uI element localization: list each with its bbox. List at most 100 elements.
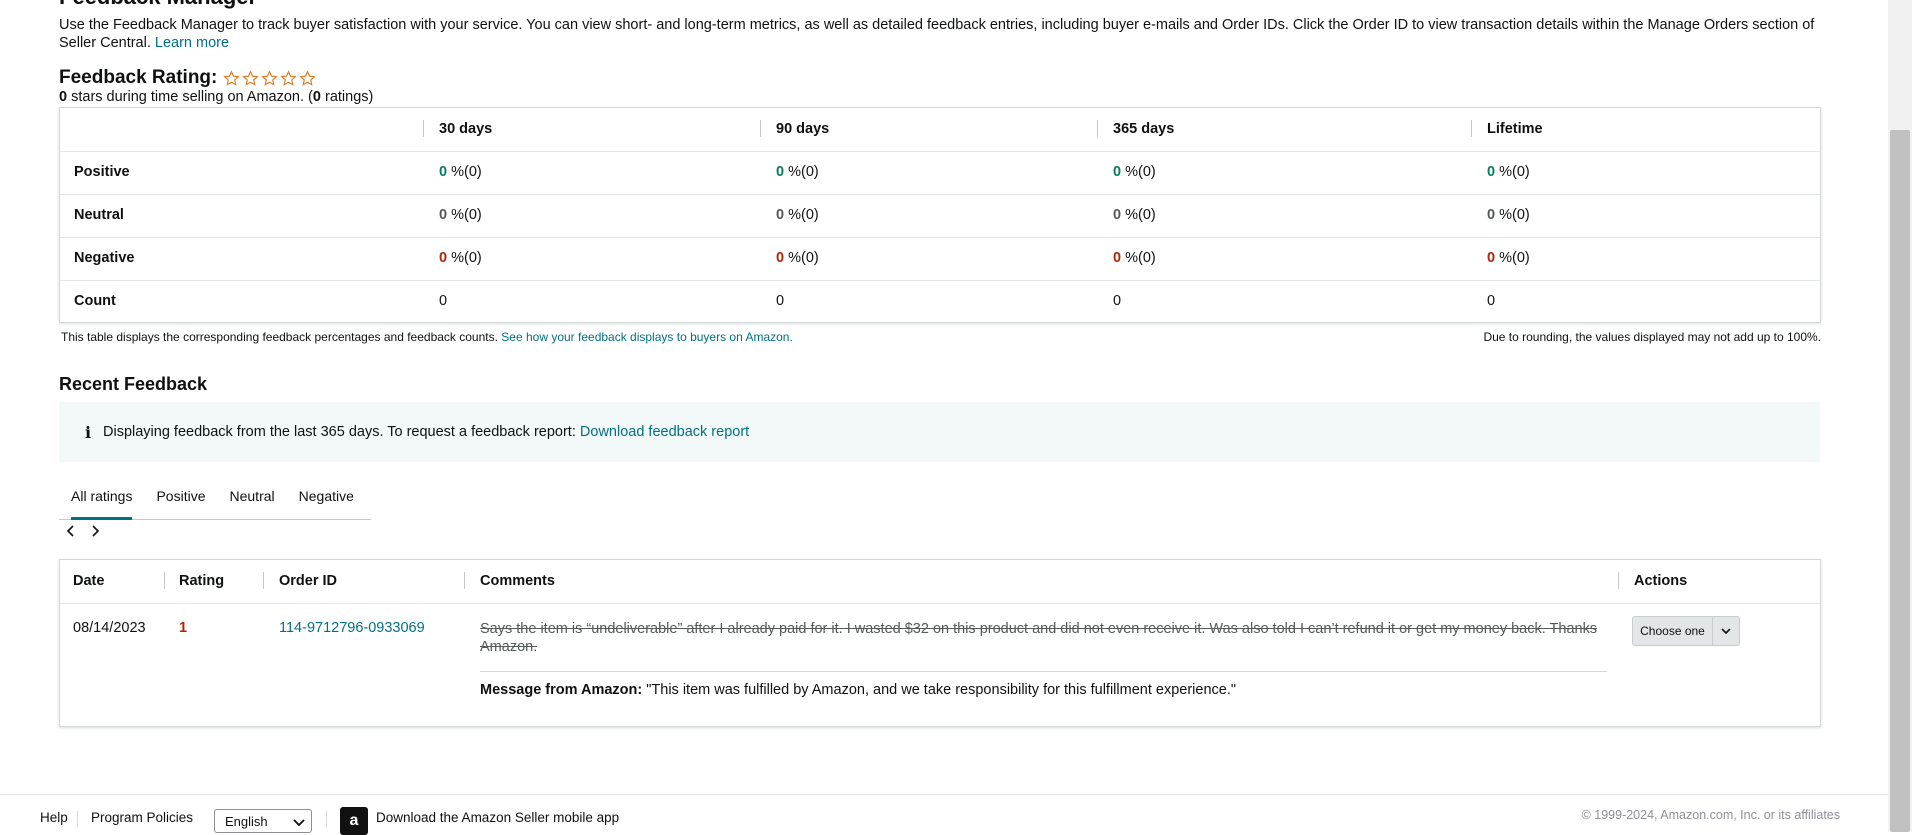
- ratings-count: 0: [312, 89, 321, 105]
- tab-neutral[interactable]: Neutral: [218, 479, 287, 519]
- count-cell: 0: [439, 293, 448, 309]
- chevron-down-icon: [293, 811, 305, 835]
- language-select[interactable]: English: [214, 809, 312, 833]
- metrics-row-neutral: Neutral 0 %(0) 0 %(0) 0 %(0) 0 %(0): [60, 194, 1820, 238]
- feedback-rating-value: 1: [179, 620, 188, 636]
- learn-more-link[interactable]: Learn more: [155, 35, 229, 51]
- column-divider: [164, 572, 165, 589]
- column-header-30-days: 30 days: [439, 121, 493, 137]
- column-divider: [1097, 120, 1098, 137]
- pagination: [64, 524, 102, 538]
- column-header-actions: Actions: [1634, 573, 1688, 589]
- metric-cell: 0 %(0): [1487, 250, 1530, 266]
- amazon-app-icon: a: [340, 807, 368, 835]
- feedback-metrics-table: 30 days 90 days 365 days Lifetime Positi…: [59, 107, 1821, 323]
- info-icon: i: [84, 422, 92, 442]
- metric-cell: 0 %(0): [439, 207, 482, 223]
- recent-feedback-title: Recent Feedback: [59, 374, 208, 394]
- footer-divider: [326, 811, 327, 827]
- metric-cell: 0 %(0): [776, 207, 819, 223]
- footer-program-policies-link[interactable]: Program Policies: [91, 810, 193, 825]
- row-label: Negative: [74, 250, 135, 266]
- row-label: Count: [74, 293, 116, 309]
- metric-cell: 0 %(0): [1113, 207, 1156, 223]
- column-header-365-days: 365 days: [1113, 121, 1175, 137]
- column-header-rating: Rating: [179, 573, 225, 589]
- chevron-left-icon[interactable]: [64, 524, 78, 538]
- info-alert: i Displaying feedback from the last 365 …: [59, 402, 1820, 462]
- star-empty-icon: [223, 69, 241, 86]
- chevron-down-icon: [1712, 617, 1739, 645]
- feedback-comment: Says the item is “undeliverable” after I…: [480, 621, 1598, 655]
- rating-stars: [223, 69, 317, 87]
- info-text: Displaying feedback from the last 365 da…: [103, 424, 576, 440]
- feedback-table: Date Rating Order ID Comments Actions 08…: [59, 559, 1821, 727]
- metrics-row-negative: Negative 0 %(0) 0 %(0) 0 %(0) 0 %(0): [60, 237, 1820, 281]
- star-empty-icon: [280, 69, 298, 86]
- column-header-date: Date: [73, 573, 105, 589]
- count-cell: 0: [1487, 293, 1496, 309]
- metric-cell: 0 %(0): [1113, 164, 1156, 180]
- row-label: Positive: [74, 164, 130, 180]
- rating-summary: 0 stars during time selling on Amazon. (…: [59, 89, 373, 105]
- tab-negative[interactable]: Negative: [287, 479, 366, 519]
- metric-cell: 0 %(0): [1487, 207, 1530, 223]
- rounding-note: Due to rounding, the values displayed ma…: [1483, 330, 1821, 344]
- page-title: Feedback Manager: [59, 0, 257, 10]
- vertical-scrollbar[interactable]: [1888, 0, 1912, 832]
- metric-cell: 0 %(0): [776, 164, 819, 180]
- feedback-date: 08/14/2023: [73, 620, 146, 636]
- table-footnote: This table displays the corresponding fe…: [61, 330, 793, 344]
- column-header-comments: Comments: [480, 573, 555, 589]
- column-divider: [760, 120, 761, 137]
- amazon-message-label: Message from Amazon:: [480, 682, 643, 698]
- scrollbar-thumb[interactable]: [1890, 130, 1910, 832]
- feedback-rating-label: Feedback Rating:: [59, 67, 218, 88]
- metrics-header-row: 30 days 90 days 365 days Lifetime: [60, 108, 1820, 152]
- tab-positive[interactable]: Positive: [144, 479, 217, 519]
- rating-summary-text: stars during time selling on Amazon. (: [67, 89, 313, 105]
- chevron-right-icon[interactable]: [88, 524, 102, 538]
- intro-description: Use the Feedback Manager to track buyer …: [59, 17, 1815, 51]
- star-empty-icon: [242, 69, 260, 86]
- comment-divider: [480, 671, 1607, 672]
- download-feedback-report-link[interactable]: Download feedback report: [580, 424, 749, 440]
- tab-all-ratings[interactable]: All ratings: [59, 479, 144, 520]
- feedback-rating-title: Feedback Rating:: [59, 67, 317, 89]
- star-empty-icon: [261, 69, 279, 86]
- feedback-table-header: Date Rating Order ID Comments Actions: [60, 560, 1820, 604]
- column-header-order-id: Order ID: [279, 573, 338, 589]
- table-row: 08/14/2023 1 114-9712796-0933069 Says th…: [60, 604, 1820, 726]
- actions-dropdown-label: Choose one: [1640, 624, 1705, 638]
- actions-dropdown[interactable]: Choose one: [1632, 616, 1740, 646]
- count-cell: 0: [776, 293, 785, 309]
- download-mobile-app-link[interactable]: Download the Amazon Seller mobile app: [376, 810, 619, 825]
- order-id-link[interactable]: 114-9712796-0933069: [279, 620, 425, 636]
- intro-text: Use the Feedback Manager to track buyer …: [59, 16, 1821, 52]
- stars-count: 0: [59, 89, 68, 105]
- metric-cell: 0 %(0): [1487, 164, 1530, 180]
- amazon-message-text: "This item was fulfilled by Amazon, and …: [642, 682, 1236, 698]
- column-divider: [1618, 572, 1619, 589]
- metric-cell: 0 %(0): [439, 250, 482, 266]
- column-divider: [1471, 120, 1472, 137]
- amazon-message: Message from Amazon: "This item was fulf…: [480, 682, 1236, 698]
- column-header-lifetime: Lifetime: [1487, 121, 1543, 137]
- column-divider: [263, 572, 264, 589]
- footer-help-link[interactable]: Help: [40, 810, 68, 825]
- footnote-text: This table displays the corresponding fe…: [61, 330, 498, 344]
- star-empty-icon: [299, 69, 317, 86]
- metric-cell: 0 %(0): [1113, 250, 1156, 266]
- metrics-row-positive: Positive 0 %(0) 0 %(0) 0 %(0) 0 %(0): [60, 151, 1820, 195]
- count-cell: 0: [1113, 293, 1122, 309]
- metrics-row-count: Count 0 0 0 0: [60, 280, 1820, 323]
- page-footer: Help Program Policies English a Download…: [0, 794, 1888, 835]
- feedback-display-link[interactable]: See how your feedback displays to buyers…: [501, 330, 793, 344]
- language-select-value: English: [225, 814, 268, 829]
- column-divider: [423, 120, 424, 137]
- metric-cell: 0 %(0): [439, 164, 482, 180]
- footer-divider: [77, 811, 78, 827]
- rating-filter-tabs: All ratings Positive Neutral Negative: [59, 479, 371, 520]
- ratings-suffix: ratings): [320, 89, 374, 105]
- copyright: © 1999-2024, Amazon.com, Inc. or its aff…: [1581, 808, 1840, 822]
